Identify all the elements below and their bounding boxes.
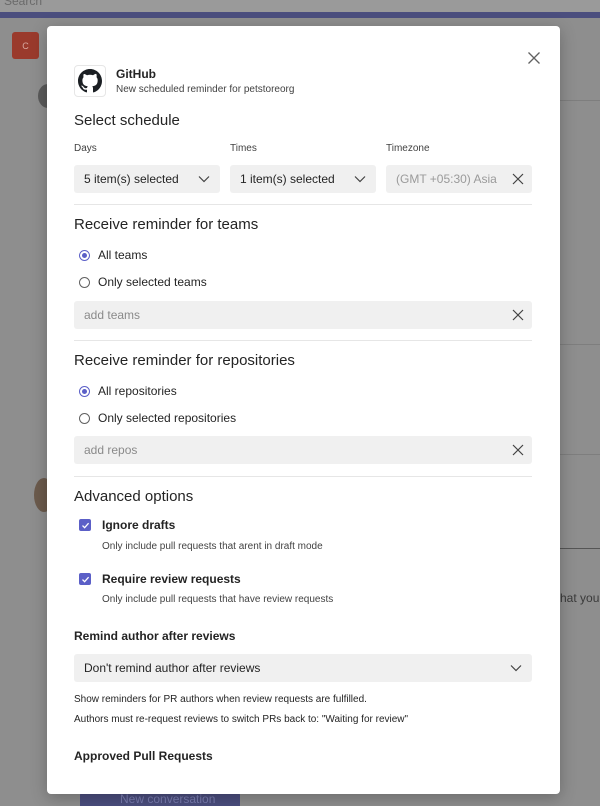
reminder-dialog: GitHub New scheduled reminder for petsto… (47, 26, 560, 794)
background-divider (560, 344, 600, 345)
github-logo (74, 65, 106, 97)
ignore-drafts-checkbox[interactable]: Ignore drafts (79, 518, 175, 532)
section-divider (74, 476, 532, 477)
ignore-drafts-description: Only include pull requests that arent in… (102, 541, 323, 552)
times-dropdown-value: 1 item(s) selected (240, 172, 335, 186)
times-label: Times (230, 143, 257, 154)
re-request-note: Authors must re-request reviews to switc… (74, 714, 409, 725)
background-message-text: hat you (560, 591, 600, 605)
remind-author-value: Don't remind author after reviews (84, 661, 261, 675)
checkbox-checked[interactable] (79, 519, 91, 531)
teams-heading: Receive reminder for teams (74, 216, 259, 233)
background-accent-bar (0, 12, 600, 18)
radio-label: Only selected repositories (98, 411, 237, 425)
chevron-down-icon (198, 176, 210, 183)
app-name: GitHub (116, 67, 156, 81)
radio-all-repositories[interactable]: All repositories (79, 384, 177, 398)
approved-pull-requests-heading: Approved Pull Requests (74, 749, 213, 763)
checkmark-icon (81, 576, 89, 583)
timezone-dropdown-value: (GMT +05:30) Asia (396, 172, 497, 186)
background-search-label: Search (4, 0, 43, 8)
radio-all-teams[interactable]: All teams (79, 248, 147, 262)
checkbox-checked[interactable] (79, 573, 91, 585)
add-teams-input[interactable]: add teams (74, 301, 532, 329)
section-divider (74, 340, 532, 341)
background-search-bar: Search (0, 0, 600, 12)
background-divider (560, 548, 600, 549)
advanced-options-heading: Advanced options (74, 488, 194, 505)
days-dropdown-value: 5 item(s) selected (84, 172, 179, 186)
times-dropdown[interactable]: 1 item(s) selected (230, 165, 376, 193)
radio-button[interactable] (79, 276, 90, 288)
chevron-down-icon (354, 176, 366, 183)
clear-icon[interactable] (512, 173, 524, 185)
section-divider (74, 204, 532, 205)
close-icon (528, 52, 540, 64)
radio-button-selected[interactable] (79, 385, 90, 397)
require-review-description: Only include pull requests that have rev… (102, 594, 334, 605)
timezone-dropdown[interactable]: (GMT +05:30) Asia (386, 165, 532, 193)
add-repos-input[interactable]: add repos (74, 436, 532, 464)
checkmark-icon (81, 522, 89, 529)
schedule-heading: Select schedule (74, 112, 180, 129)
add-teams-placeholder: add teams (84, 308, 141, 322)
remind-author-note: Show reminders for PR authors when revie… (74, 694, 367, 705)
ignore-drafts-label: Ignore drafts (102, 518, 176, 532)
clear-icon[interactable] (512, 309, 524, 321)
background-badge: C (12, 32, 39, 59)
days-label: Days (74, 143, 97, 154)
remind-author-dropdown[interactable]: Don't remind author after reviews (74, 654, 532, 682)
radio-label: All repositories (98, 384, 177, 398)
add-repos-placeholder: add repos (84, 443, 138, 457)
repositories-heading: Receive reminder for repositories (74, 352, 295, 369)
radio-only-selected-repositories[interactable]: Only selected repositories (79, 411, 236, 425)
radio-label: Only selected teams (98, 275, 207, 289)
radio-only-selected-teams[interactable]: Only selected teams (79, 275, 207, 289)
timezone-label: Timezone (386, 143, 430, 154)
github-icon (78, 69, 102, 93)
require-review-label: Require review requests (102, 572, 241, 586)
remind-author-heading: Remind author after reviews (74, 629, 236, 643)
clear-icon[interactable] (512, 444, 524, 456)
close-button[interactable] (524, 48, 544, 68)
radio-button-selected[interactable] (79, 249, 90, 261)
require-review-checkbox[interactable]: Require review requests (79, 572, 241, 586)
background-new-conversation-button: New conversation (80, 792, 240, 806)
chevron-down-icon (510, 665, 522, 672)
dialog-subtitle: New scheduled reminder for petstoreorg (116, 84, 295, 95)
background-divider (560, 454, 600, 455)
background-divider (560, 100, 600, 101)
radio-label: All teams (98, 248, 148, 262)
radio-button[interactable] (79, 412, 90, 424)
days-dropdown[interactable]: 5 item(s) selected (74, 165, 220, 193)
